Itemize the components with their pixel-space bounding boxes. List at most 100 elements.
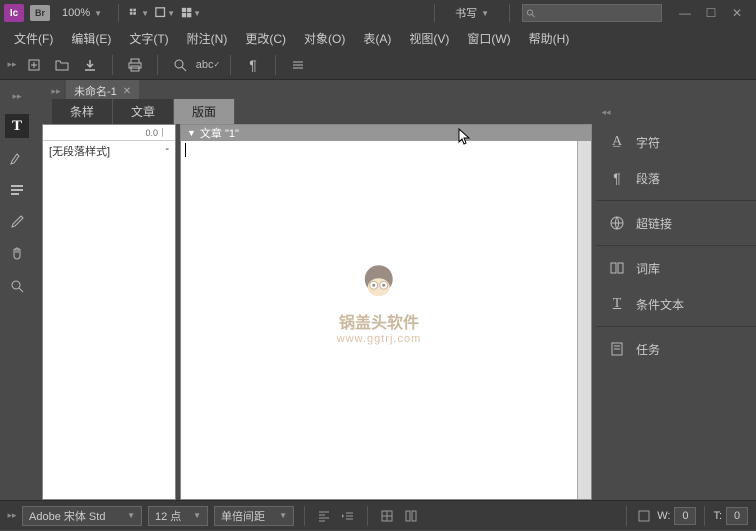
separator	[275, 55, 276, 75]
font-family-value: Adobe 宋体 Std	[29, 508, 105, 524]
tracking-label: T:	[713, 510, 722, 522]
expand-handle[interactable]: ◂◂	[602, 102, 610, 122]
styles-header: 0.0 ⎸	[43, 125, 175, 141]
view-mode-icon-2[interactable]: ▼	[155, 5, 175, 21]
hand-tool[interactable]	[5, 242, 29, 266]
font-size-select[interactable]: 12 点 ▼	[148, 506, 208, 526]
panel-conditional-text[interactable]: T 条件文本	[596, 286, 756, 322]
font-family-select[interactable]: Adobe 宋体 Std ▼	[22, 506, 142, 526]
view-mode-icon-1[interactable]: ▼	[129, 5, 149, 21]
styles-list[interactable]: [无段落样式] -	[43, 141, 175, 499]
styles-column-handle[interactable]: ⎸	[162, 127, 171, 138]
view-mode-icon-3[interactable]: ▼	[181, 5, 201, 21]
search-box[interactable]: ⚲	[522, 4, 662, 22]
watermark: 锅盖头软件 www.ggtrj.com	[337, 261, 422, 345]
zoom-value: 100%	[62, 7, 90, 19]
expand-handle[interactable]: ▸▸	[8, 506, 16, 526]
close-tab-icon[interactable]: ✕	[123, 86, 131, 97]
bottom-bar: ▸▸ Adobe 宋体 Std ▼ 12 点 ▼ 单倍间距 ▼ W: T:	[0, 500, 756, 530]
new-button[interactable]	[24, 55, 44, 75]
styles-panel: 0.0 ⎸ [无段落样式] -	[42, 124, 176, 500]
zoom-select[interactable]: 100% ▼	[56, 5, 108, 21]
leading-select[interactable]: 单倍间距 ▼	[214, 506, 294, 526]
note-tool[interactable]	[5, 146, 29, 170]
font-size-value: 12 点	[155, 508, 181, 524]
minimize-button[interactable]: —	[678, 6, 692, 20]
position-tool[interactable]	[5, 178, 29, 202]
hyperlink-icon	[608, 214, 626, 232]
panel-hyperlinks[interactable]: 超链接	[596, 205, 756, 241]
tracking-input[interactable]	[726, 507, 748, 525]
print-button[interactable]	[125, 55, 145, 75]
watermark-url: www.ggtrj.com	[337, 333, 422, 345]
width-label: W:	[657, 510, 670, 522]
tab-title: 未命名-1	[74, 83, 117, 99]
panel-paragraph[interactable]: ¶ 段落	[596, 160, 756, 196]
find-button[interactable]	[170, 55, 190, 75]
panel-label: 段落	[636, 170, 660, 187]
separator	[596, 245, 756, 246]
type-tool[interactable]: T	[5, 114, 29, 138]
tab-galley[interactable]: 条样	[52, 99, 113, 124]
align-left-icon[interactable]	[315, 507, 333, 525]
menu-window[interactable]: 窗口(W)	[459, 27, 518, 50]
bridge-badge[interactable]: Br	[30, 5, 50, 21]
expand-handle[interactable]: ▸▸	[8, 55, 16, 75]
text-editor[interactable]: 锅盖头软件 www.ggtrj.com	[181, 141, 577, 499]
workspace-select[interactable]: 书写 ▼	[447, 3, 497, 23]
menu-help[interactable]: 帮助(H)	[521, 27, 578, 50]
tab-story[interactable]: 文章	[113, 99, 174, 124]
panel-label: 超链接	[636, 215, 672, 232]
width-input[interactable]	[674, 507, 696, 525]
save-button[interactable]	[80, 55, 100, 75]
close-button[interactable]: ✕	[730, 6, 744, 20]
chevron-down-icon: ▼	[279, 511, 287, 520]
menu-notes[interactable]: 附注(N)	[179, 27, 236, 50]
menu-view[interactable]: 视图(V)	[401, 27, 457, 50]
menu-text[interactable]: 文字(T)	[121, 27, 176, 50]
separator	[230, 55, 231, 75]
conditional-text-icon: T	[608, 295, 626, 313]
chevron-down-icon: ▼	[193, 9, 201, 18]
spellcheck-button[interactable]: abc✓	[198, 55, 218, 75]
disclosure-icon[interactable]: ▼	[187, 128, 196, 138]
separator	[157, 55, 158, 75]
menu-table[interactable]: 表(A)	[355, 27, 399, 50]
right-panels: ◂◂ A̲ 字符 ¶ 段落 超链接 词库 T 条件文本 任务	[596, 80, 756, 500]
menu-button[interactable]	[288, 55, 308, 75]
menu-changes[interactable]: 更改(C)	[237, 27, 294, 50]
menu-file[interactable]: 文件(F)	[6, 27, 61, 50]
panel-character[interactable]: A̲ 字符	[596, 124, 756, 160]
app-logo: Ic	[4, 4, 24, 22]
character-icon: A̲	[608, 133, 626, 151]
pilcrow-button[interactable]: ¶	[243, 55, 263, 75]
style-entry[interactable]: [无段落样式] -	[43, 141, 175, 161]
menu-object[interactable]: 对象(O)	[296, 27, 353, 50]
separator	[112, 55, 113, 75]
eyedropper-tool[interactable]	[5, 210, 29, 234]
chevron-down-icon: ▼	[193, 511, 201, 520]
menu-edit[interactable]: 编辑(E)	[63, 27, 119, 50]
chevron-down-icon: ▼	[167, 9, 175, 18]
columns-icon[interactable]	[402, 507, 420, 525]
open-button[interactable]	[52, 55, 72, 75]
grid-icon[interactable]	[378, 507, 396, 525]
expand-handle[interactable]: ▸▸	[13, 86, 21, 106]
increase-indent-icon[interactable]	[339, 507, 357, 525]
separator	[304, 506, 305, 526]
separator	[509, 4, 510, 22]
styles-icon[interactable]	[635, 507, 653, 525]
maximize-button[interactable]: ☐	[704, 6, 718, 20]
toolbar: ▸▸ abc✓ ¶	[0, 50, 756, 80]
panel-assignments[interactable]: 任务	[596, 331, 756, 367]
vertical-scrollbar[interactable]	[577, 141, 591, 499]
styles-header-value: 0.0	[145, 128, 158, 138]
panel-thesaurus[interactable]: 词库	[596, 250, 756, 286]
text-cursor	[185, 143, 186, 157]
content-header[interactable]: ▼ 文章 "1"	[181, 125, 591, 141]
tab-layout[interactable]: 版面	[174, 99, 235, 124]
panel-label: 条件文本	[636, 296, 684, 313]
expand-handle[interactable]: ▸▸	[52, 81, 60, 101]
search-input[interactable]	[535, 7, 657, 19]
zoom-tool[interactable]	[5, 274, 29, 298]
